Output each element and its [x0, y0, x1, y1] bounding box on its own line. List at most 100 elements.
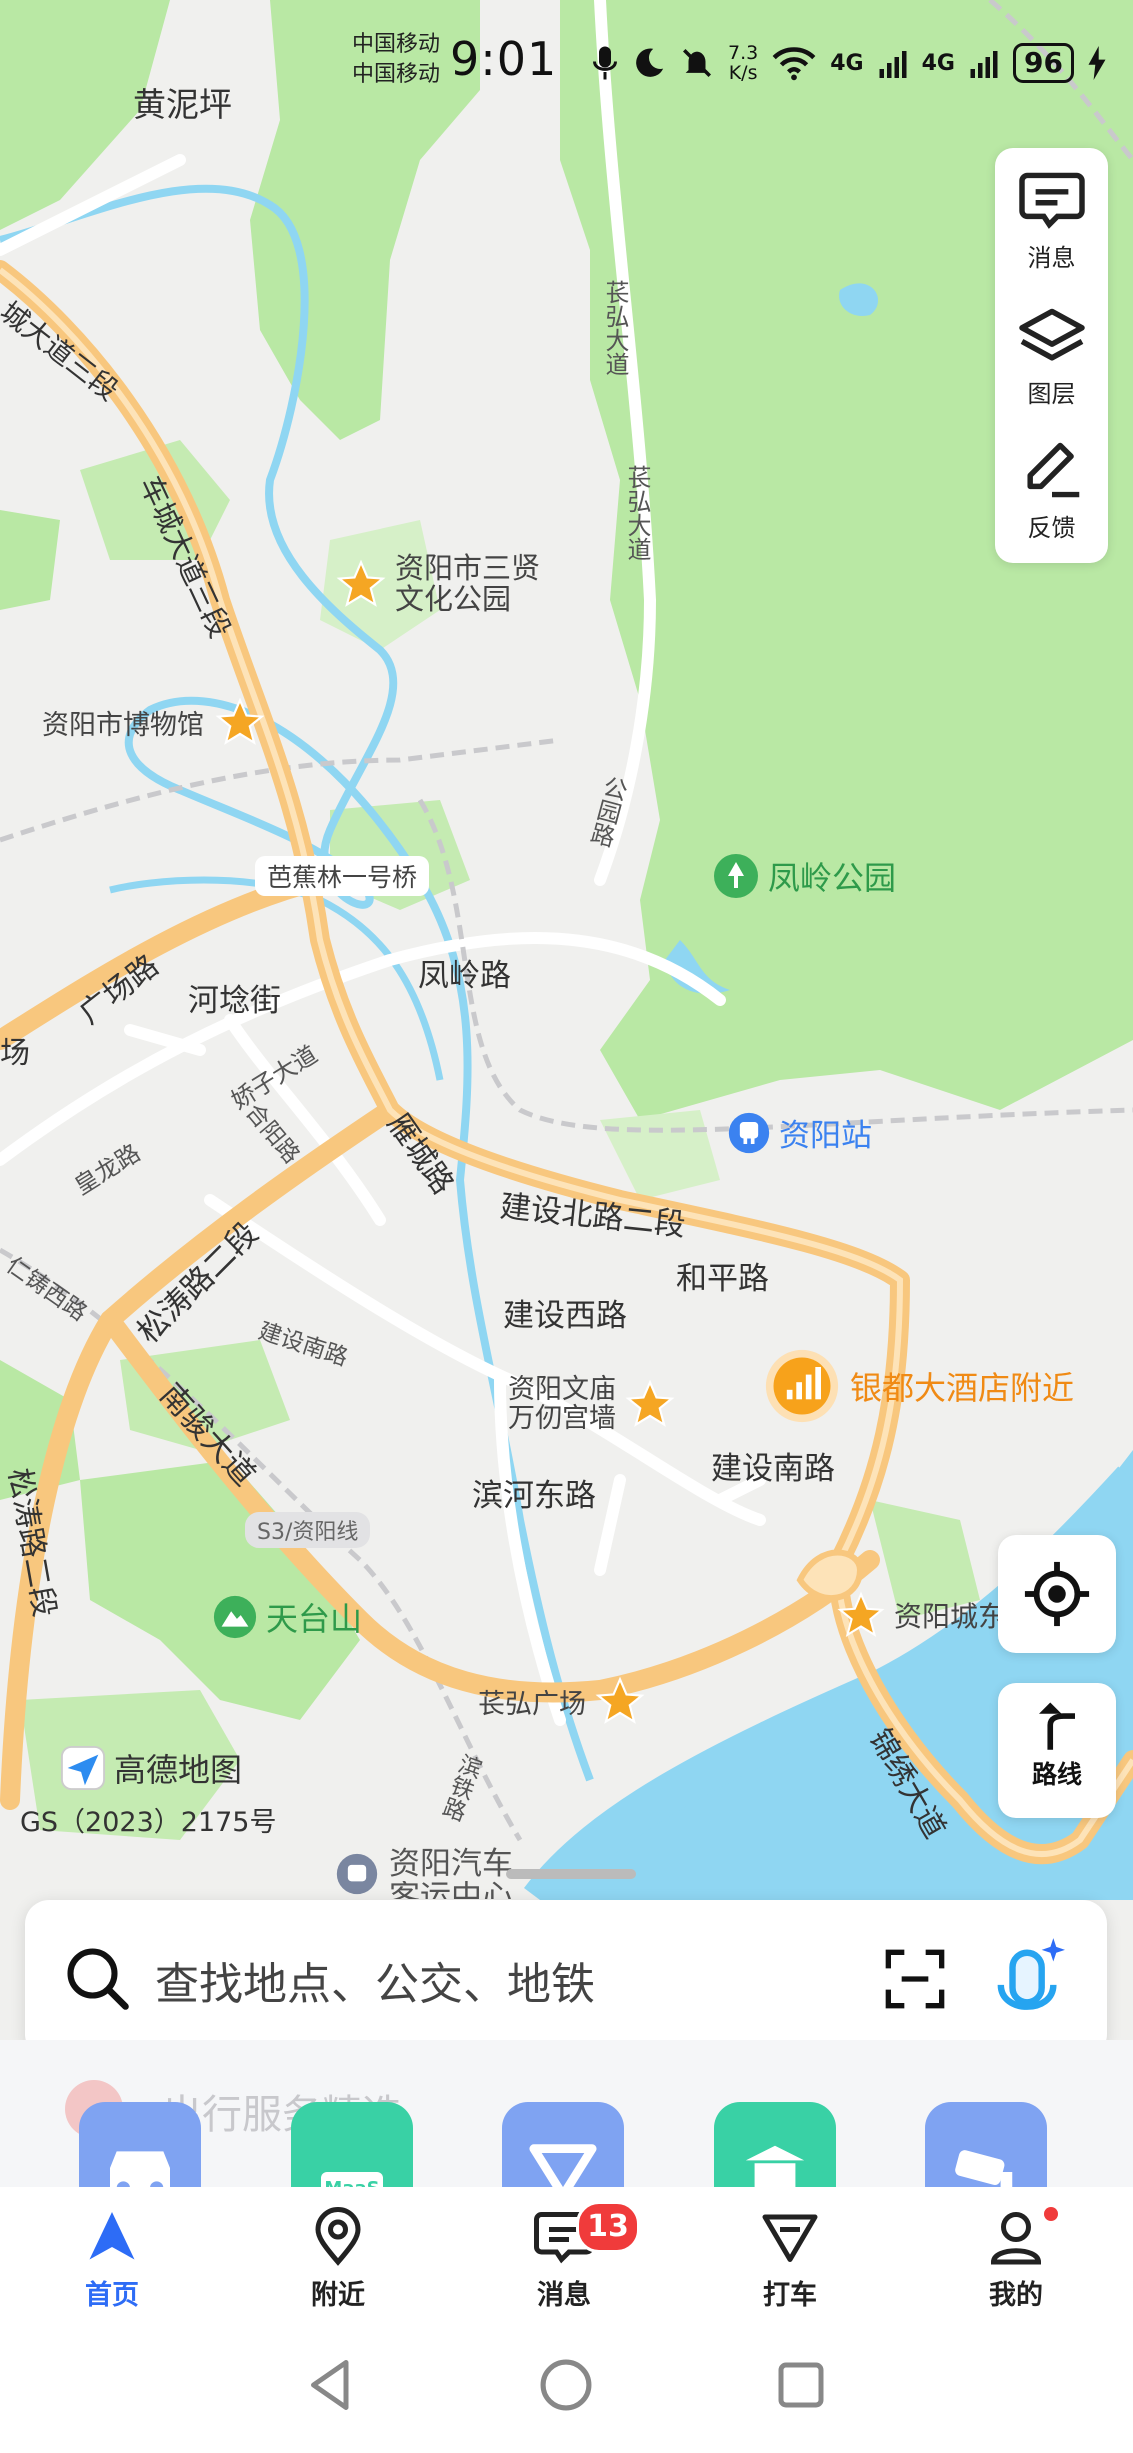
camera-icon[interactable] — [925, 2102, 1047, 2190]
feedback-tool[interactable]: 反馈 — [995, 440, 1108, 543]
carrier-2: 中国移动 — [352, 62, 441, 87]
park-star-icon — [336, 559, 386, 607]
back-icon[interactable] — [306, 2357, 356, 2413]
map-label: 建设西路 — [503, 1298, 627, 1334]
tab-messages[interactable]: 13 消息 — [494, 2201, 640, 2312]
poi-label: 凤岭公园 — [768, 859, 897, 897]
temple-star-icon — [837, 1591, 885, 1638]
layers-tool[interactable]: 图层 — [995, 306, 1108, 409]
travel-services: 出行服务精选 MaaS — [0, 2040, 1133, 2190]
poi-fengling-park[interactable]: 凤岭公园 — [712, 852, 896, 900]
car-icon[interactable] — [79, 2102, 201, 2190]
taxi-icon — [762, 2214, 818, 2262]
signal-location-icon — [765, 1349, 839, 1423]
taxi-glyph-icon — [529, 2144, 597, 2190]
poi-museum[interactable]: 资阳市博物馆 — [42, 696, 266, 748]
notification-dot — [1044, 2207, 1058, 2221]
car-glyph-icon — [110, 2151, 170, 2190]
gate-glyph-icon — [745, 2145, 805, 2190]
poi-label: 客运中心 — [389, 1881, 513, 1899]
search-icon — [67, 1948, 129, 2010]
poi-tiantai[interactable]: 天台山 — [212, 1594, 362, 1640]
user-icon — [990, 2212, 1042, 2265]
poi-label: 资阳站 — [779, 1118, 872, 1154]
tab-label: 我的 — [989, 2280, 1043, 2311]
messages-tool[interactable]: 消息 — [995, 170, 1108, 273]
drag-handle[interactable] — [506, 1869, 636, 1879]
home-navigation-icon — [89, 2212, 135, 2260]
poi-label: 资阳文庙 — [508, 1374, 616, 1405]
temple-star-icon — [625, 1379, 675, 1427]
tab-nearby[interactable]: 附近 — [268, 2207, 408, 2312]
location-label: 银都大酒店附近 — [850, 1369, 1075, 1407]
tab-label: 首页 — [85, 2280, 139, 2311]
bridge-label: 芭蕉林一号桥 — [255, 856, 430, 896]
map-label: 凤岭路 — [418, 958, 511, 994]
map-label: 苌弘大道 — [623, 465, 651, 561]
system-navigation-bar — [0, 2327, 1133, 2453]
route-turn-icon — [1039, 1702, 1075, 1750]
train-station-icon — [728, 1112, 770, 1153]
poi-label: 万仞宫墙 — [508, 1403, 616, 1434]
battery-level: 96 — [1012, 43, 1074, 83]
map-label: 滨河东路 — [472, 1478, 596, 1514]
poi-sanxian-park[interactable]: 资阳市三贤 文化公园 — [335, 553, 540, 615]
route-button[interactable]: 路线 — [998, 1683, 1116, 1818]
poi-ziyang-station[interactable]: 资阳站 — [727, 1110, 872, 1155]
poi-label: 资阳市三贤 — [395, 551, 541, 585]
location-pin-icon — [315, 2207, 361, 2266]
map-label: 河埝街 — [188, 983, 281, 1019]
signal-icon — [970, 51, 998, 78]
square-star-icon — [595, 1676, 645, 1724]
museum-star-icon — [215, 697, 265, 745]
wifi-icon — [772, 47, 816, 81]
network-type-2: 4G — [921, 50, 955, 76]
home-icon[interactable] — [538, 2357, 594, 2413]
poi-changhong-square[interactable]: 苌弘广场 — [478, 1675, 646, 1727]
park-tree-icon — [714, 854, 758, 898]
amap-logo: 高德地图 — [60, 1745, 242, 1791]
locate-me-button[interactable] — [998, 1535, 1116, 1653]
tab-taxi[interactable]: 打车 — [720, 2207, 860, 2312]
net-speed-value: 7.3 — [728, 42, 759, 64]
messages-label: 消息 — [1027, 244, 1076, 272]
map-label: 场 — [0, 1036, 30, 1071]
edit-pencil-icon — [1026, 442, 1079, 498]
route-label: 路线 — [1031, 1760, 1082, 1789]
poi-bus-station[interactable]: 资阳汽车 客运中心 — [335, 1848, 513, 1899]
recents-icon[interactable] — [776, 2360, 826, 2410]
bell-muted-icon — [682, 48, 712, 78]
poi-label: 资阳城东 — [894, 1600, 1007, 1633]
layers-icon — [1018, 308, 1085, 361]
mountain-icon — [213, 1595, 257, 1639]
tab-mine[interactable]: 我的 — [946, 2207, 1086, 2312]
unread-badge: 13 — [576, 2201, 640, 2253]
poi-label: 资阳市博物馆 — [42, 709, 204, 741]
current-location-marker[interactable]: 银都大酒店附近 — [764, 1348, 1074, 1424]
poi-label: 苌弘广场 — [478, 1688, 586, 1720]
map-tools-panel: 消息 图层 反馈 — [995, 148, 1108, 563]
crosshair-icon — [1024, 1561, 1090, 1627]
net-speed-unit: K/s — [728, 62, 758, 84]
layers-label: 图层 — [1027, 380, 1076, 408]
scan-icon[interactable] — [883, 1947, 947, 2011]
tab-label: 消息 — [537, 2280, 591, 2311]
amap-logo-icon — [60, 1745, 106, 1791]
taxi-icon[interactable] — [502, 2102, 624, 2190]
scenic-icon[interactable] — [714, 2102, 836, 2190]
tab-home[interactable]: 首页 — [42, 2207, 182, 2312]
poi-wenmiao[interactable]: 资阳文庙 万仞宫墙 — [508, 1375, 676, 1433]
poi-ziyang-east[interactable]: 资阳城东 — [836, 1590, 1006, 1640]
carrier-1: 中国移动 — [352, 32, 441, 57]
voice-assistant-icon[interactable] — [995, 1934, 1065, 2024]
status-bar: 中国移动 中国移动 9:01 7.3 K/s 4G 4G 96 — [0, 0, 1133, 120]
poi-label: 资阳汽车 — [389, 1846, 513, 1882]
search-bar[interactable]: 查找地点、公交、地铁 — [25, 1900, 1107, 2058]
map-label: 和平路 — [676, 1261, 769, 1297]
map-license: GS（2023）2175号 — [20, 1807, 277, 1838]
maas-bus-icon[interactable]: MaaS — [291, 2102, 413, 2190]
microphone-icon — [593, 46, 617, 80]
poi-label: 天台山 — [266, 1600, 363, 1638]
search-input[interactable]: 查找地点、公交、地铁 — [155, 1948, 595, 2012]
status-icons: 7.3 K/s 4G 4G 96 — [592, 38, 1106, 88]
